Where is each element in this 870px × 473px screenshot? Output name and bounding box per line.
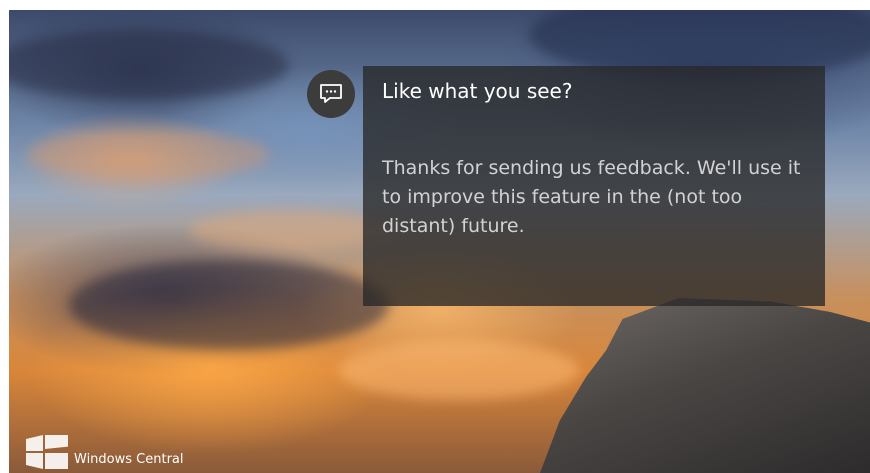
rock-formation: [540, 298, 870, 473]
feedback-toast[interactable]: Like what you see? Thanks for sending us…: [363, 66, 825, 306]
cloud-shape: [9, 30, 289, 100]
lockscreen-background: Like what you see? Thanks for sending us…: [9, 10, 870, 473]
watermark-text: Windows Central: [74, 452, 184, 467]
toast-body: Thanks for sending us feedback. We'll us…: [382, 157, 801, 237]
windows-logo-icon: [26, 435, 68, 469]
cloud-shape: [29, 130, 269, 180]
toast-title: Like what you see?: [382, 79, 573, 103]
watermark: Windows Central: [26, 435, 184, 469]
feedback-message-icon[interactable]: [307, 70, 355, 118]
speech-bubble-icon: [320, 84, 342, 103]
cloud-shape: [339, 340, 579, 400]
cloud-shape: [189, 210, 389, 250]
cloud-shape: [69, 260, 389, 350]
